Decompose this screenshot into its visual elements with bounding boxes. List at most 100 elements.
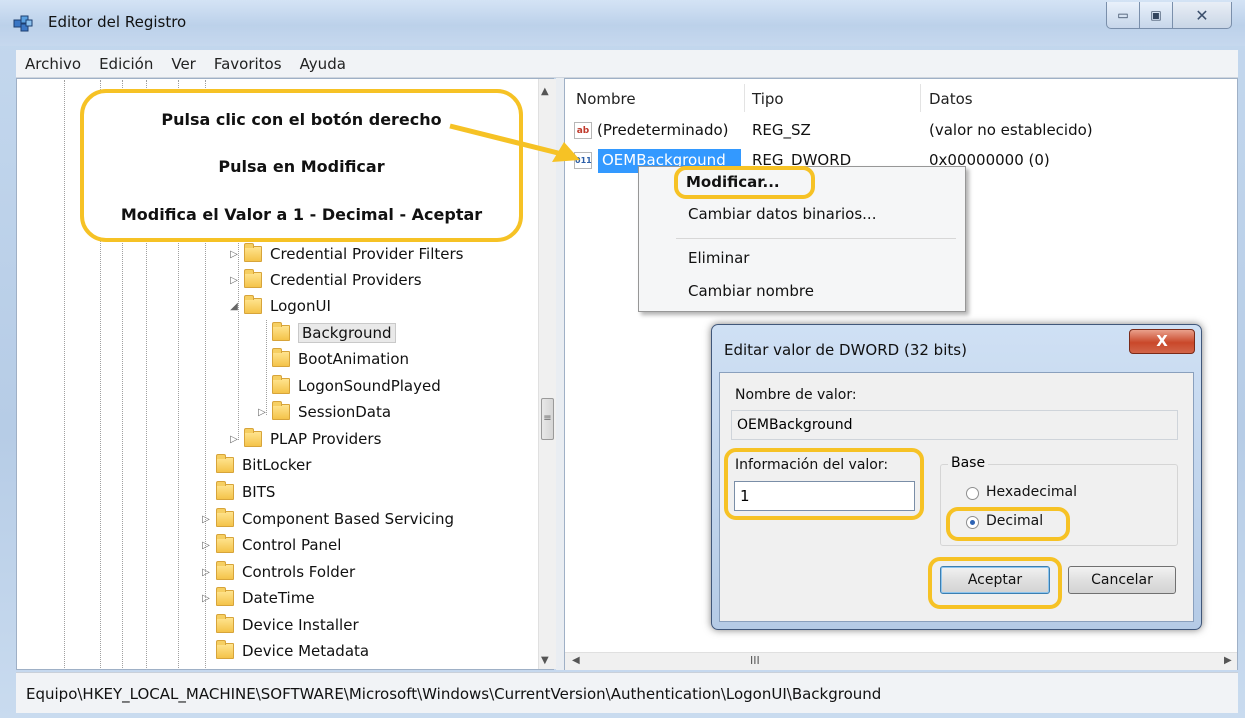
- value-name-field: OEMBackground: [731, 410, 1178, 440]
- expand-arrow-icon[interactable]: ▷: [256, 407, 268, 418]
- tree-item-label: LogonSoundPlayed: [298, 377, 441, 395]
- folder-icon: [244, 269, 262, 288]
- tree-item-bitlocker[interactable]: BitLocker: [200, 453, 311, 477]
- column-header-datos[interactable]: Datos: [929, 90, 973, 108]
- value-type: REG_SZ: [752, 121, 811, 139]
- scroll-right-icon[interactable]: ▶: [1224, 655, 1232, 666]
- scroll-grip-icon: III: [750, 654, 760, 667]
- arrow-icon: [449, 123, 580, 162]
- tree-item-label: SessionData: [298, 403, 392, 421]
- menu-item-cambiar-nombre[interactable]: Cambiar nombre: [688, 282, 814, 300]
- tree-item-device-installer[interactable]: Device Installer: [200, 613, 359, 637]
- cancel-button[interactable]: Cancelar: [1068, 566, 1176, 594]
- close-button[interactable]: ✕: [1172, 2, 1232, 29]
- expand-arrow-icon[interactable]: ▷: [200, 540, 212, 551]
- column-header-tipo[interactable]: Tipo: [752, 90, 784, 108]
- status-path: Equipo\HKEY_LOCAL_MACHINE\SOFTWARE\Micro…: [26, 685, 882, 703]
- list-horizontal-scrollbar[interactable]: [565, 652, 1237, 670]
- expand-arrow-icon[interactable]: ▷: [200, 567, 212, 578]
- column-separator[interactable]: [744, 84, 745, 112]
- menu-ayuda[interactable]: Ayuda: [291, 55, 355, 73]
- tree-item-label: BootAnimation: [298, 350, 409, 368]
- folder-icon: [244, 428, 262, 447]
- status-bar: Equipo\HKEY_LOCAL_MACHINE\SOFTWARE\Micro…: [16, 672, 1238, 713]
- dialog-title: Editar valor de DWORD (32 bits): [724, 341, 967, 359]
- minimize-button[interactable]: ▭: [1106, 2, 1140, 29]
- tree-item-label: Device Metadata: [242, 642, 370, 660]
- folder-icon: [216, 481, 234, 500]
- menu-item-eliminar[interactable]: Eliminar: [688, 249, 749, 267]
- maximize-button[interactable]: ▣: [1139, 2, 1173, 29]
- maximize-icon: ▣: [1150, 8, 1162, 22]
- scroll-down-icon[interactable]: ▼: [541, 655, 549, 666]
- highlight-decimal: [946, 507, 1070, 541]
- tree-item-control-panel[interactable]: ▷ Control Panel: [200, 533, 341, 557]
- highlight-ok: [928, 557, 1062, 609]
- highlight-modificar: [674, 166, 815, 199]
- folder-icon: [216, 508, 234, 527]
- tree-item-credential-providers[interactable]: ▷ Credential Providers: [228, 268, 422, 292]
- value-name[interactable]: (Predeterminado): [597, 121, 729, 139]
- tree-item-label: Controls Folder: [242, 563, 356, 581]
- menu-edicion[interactable]: Edición: [90, 55, 162, 73]
- tree-guide-line: [64, 80, 65, 668]
- tree-item-label: BITS: [242, 483, 276, 501]
- instruction-line-3: Modifica el Valor a 1 - Decimal - Acepta…: [120, 205, 483, 224]
- menu-favoritos[interactable]: Favoritos: [205, 55, 291, 73]
- tree-item-label: Background: [298, 323, 396, 343]
- title-bar: [0, 0, 1245, 46]
- minimize-icon: ▭: [1117, 8, 1129, 22]
- tree-item-controls-folder[interactable]: ▷ Controls Folder: [200, 560, 355, 584]
- expand-arrow-icon[interactable]: ▷: [200, 593, 212, 604]
- tree-item-label: Control Panel: [242, 536, 342, 554]
- tree-item-sessiondata[interactable]: ▷ SessionData: [256, 400, 391, 424]
- scroll-thumb[interactable]: ≡: [541, 398, 554, 440]
- tree-item-logonsoundplayed[interactable]: LogonSoundPlayed: [256, 374, 441, 398]
- tree-item-label: DateTime: [242, 589, 315, 607]
- menu-bar: Archivo Edición Ver Favoritos Ayuda: [16, 50, 1238, 78]
- tree-item-label: Device Installer: [242, 616, 359, 634]
- close-icon: ✕: [1195, 5, 1209, 25]
- tree-item-bits[interactable]: BITS: [200, 480, 275, 504]
- tree-item-plap-providers[interactable]: ▷ PLAP Providers: [228, 427, 381, 451]
- folder-icon: [272, 375, 290, 394]
- tree-item-label: BitLocker: [242, 456, 312, 474]
- expand-arrow-icon[interactable]: ▷: [228, 434, 240, 445]
- tree-item-label: Credential Providers: [270, 271, 422, 289]
- expand-arrow-icon[interactable]: ▷: [228, 275, 240, 286]
- menu-archivo[interactable]: Archivo: [16, 55, 90, 73]
- tree-item-bootanimation[interactable]: BootAnimation: [256, 347, 409, 371]
- folder-icon: [216, 534, 234, 553]
- expand-arrow-icon[interactable]: ▷: [228, 249, 240, 260]
- folder-icon: [216, 614, 234, 633]
- expand-arrow-icon[interactable]: ▷: [200, 514, 212, 525]
- value-data: (valor no establecido): [929, 121, 1093, 139]
- collapse-arrow-icon[interactable]: ◢: [228, 301, 240, 312]
- menu-ver[interactable]: Ver: [162, 55, 205, 73]
- folder-icon: [244, 295, 262, 314]
- tree-item-background[interactable]: Background: [256, 321, 396, 345]
- scroll-up-icon[interactable]: ▲: [541, 86, 549, 97]
- tree-item-label: Credential Provider Filters: [270, 245, 464, 263]
- dialog-close-button[interactable]: X: [1129, 329, 1195, 354]
- folder-icon: [272, 401, 290, 420]
- column-separator[interactable]: [920, 84, 921, 112]
- value-name-label: Nombre de valor:: [735, 387, 857, 403]
- tree-item-datetime[interactable]: ▷ DateTime: [200, 586, 315, 610]
- tree-item-component-based-servicing[interactable]: ▷ Component Based Servicing: [200, 507, 454, 531]
- tree-item-label: LogonUI: [270, 297, 331, 315]
- hexadecimal-radio[interactable]: [966, 487, 979, 500]
- scroll-left-icon[interactable]: ◀: [572, 655, 580, 666]
- tree-item-device-metadata[interactable]: Device Metadata: [200, 639, 369, 663]
- registry-editor-icon: [13, 15, 33, 32]
- tree-item-credential-provider-filters[interactable]: ▷ Credential Provider Filters: [228, 242, 463, 266]
- column-header-nombre[interactable]: Nombre: [576, 90, 636, 108]
- folder-icon: [272, 348, 290, 367]
- tree-item-logonui[interactable]: ◢ LogonUI: [228, 294, 331, 318]
- folder-icon: [216, 454, 234, 473]
- hexadecimal-label[interactable]: Hexadecimal: [986, 484, 1077, 500]
- folder-icon: [272, 322, 290, 341]
- menu-separator: [676, 238, 956, 239]
- window-title: Editor del Registro: [48, 13, 187, 31]
- menu-item-cambiar-datos-binarios[interactable]: Cambiar datos binarios...: [688, 205, 876, 223]
